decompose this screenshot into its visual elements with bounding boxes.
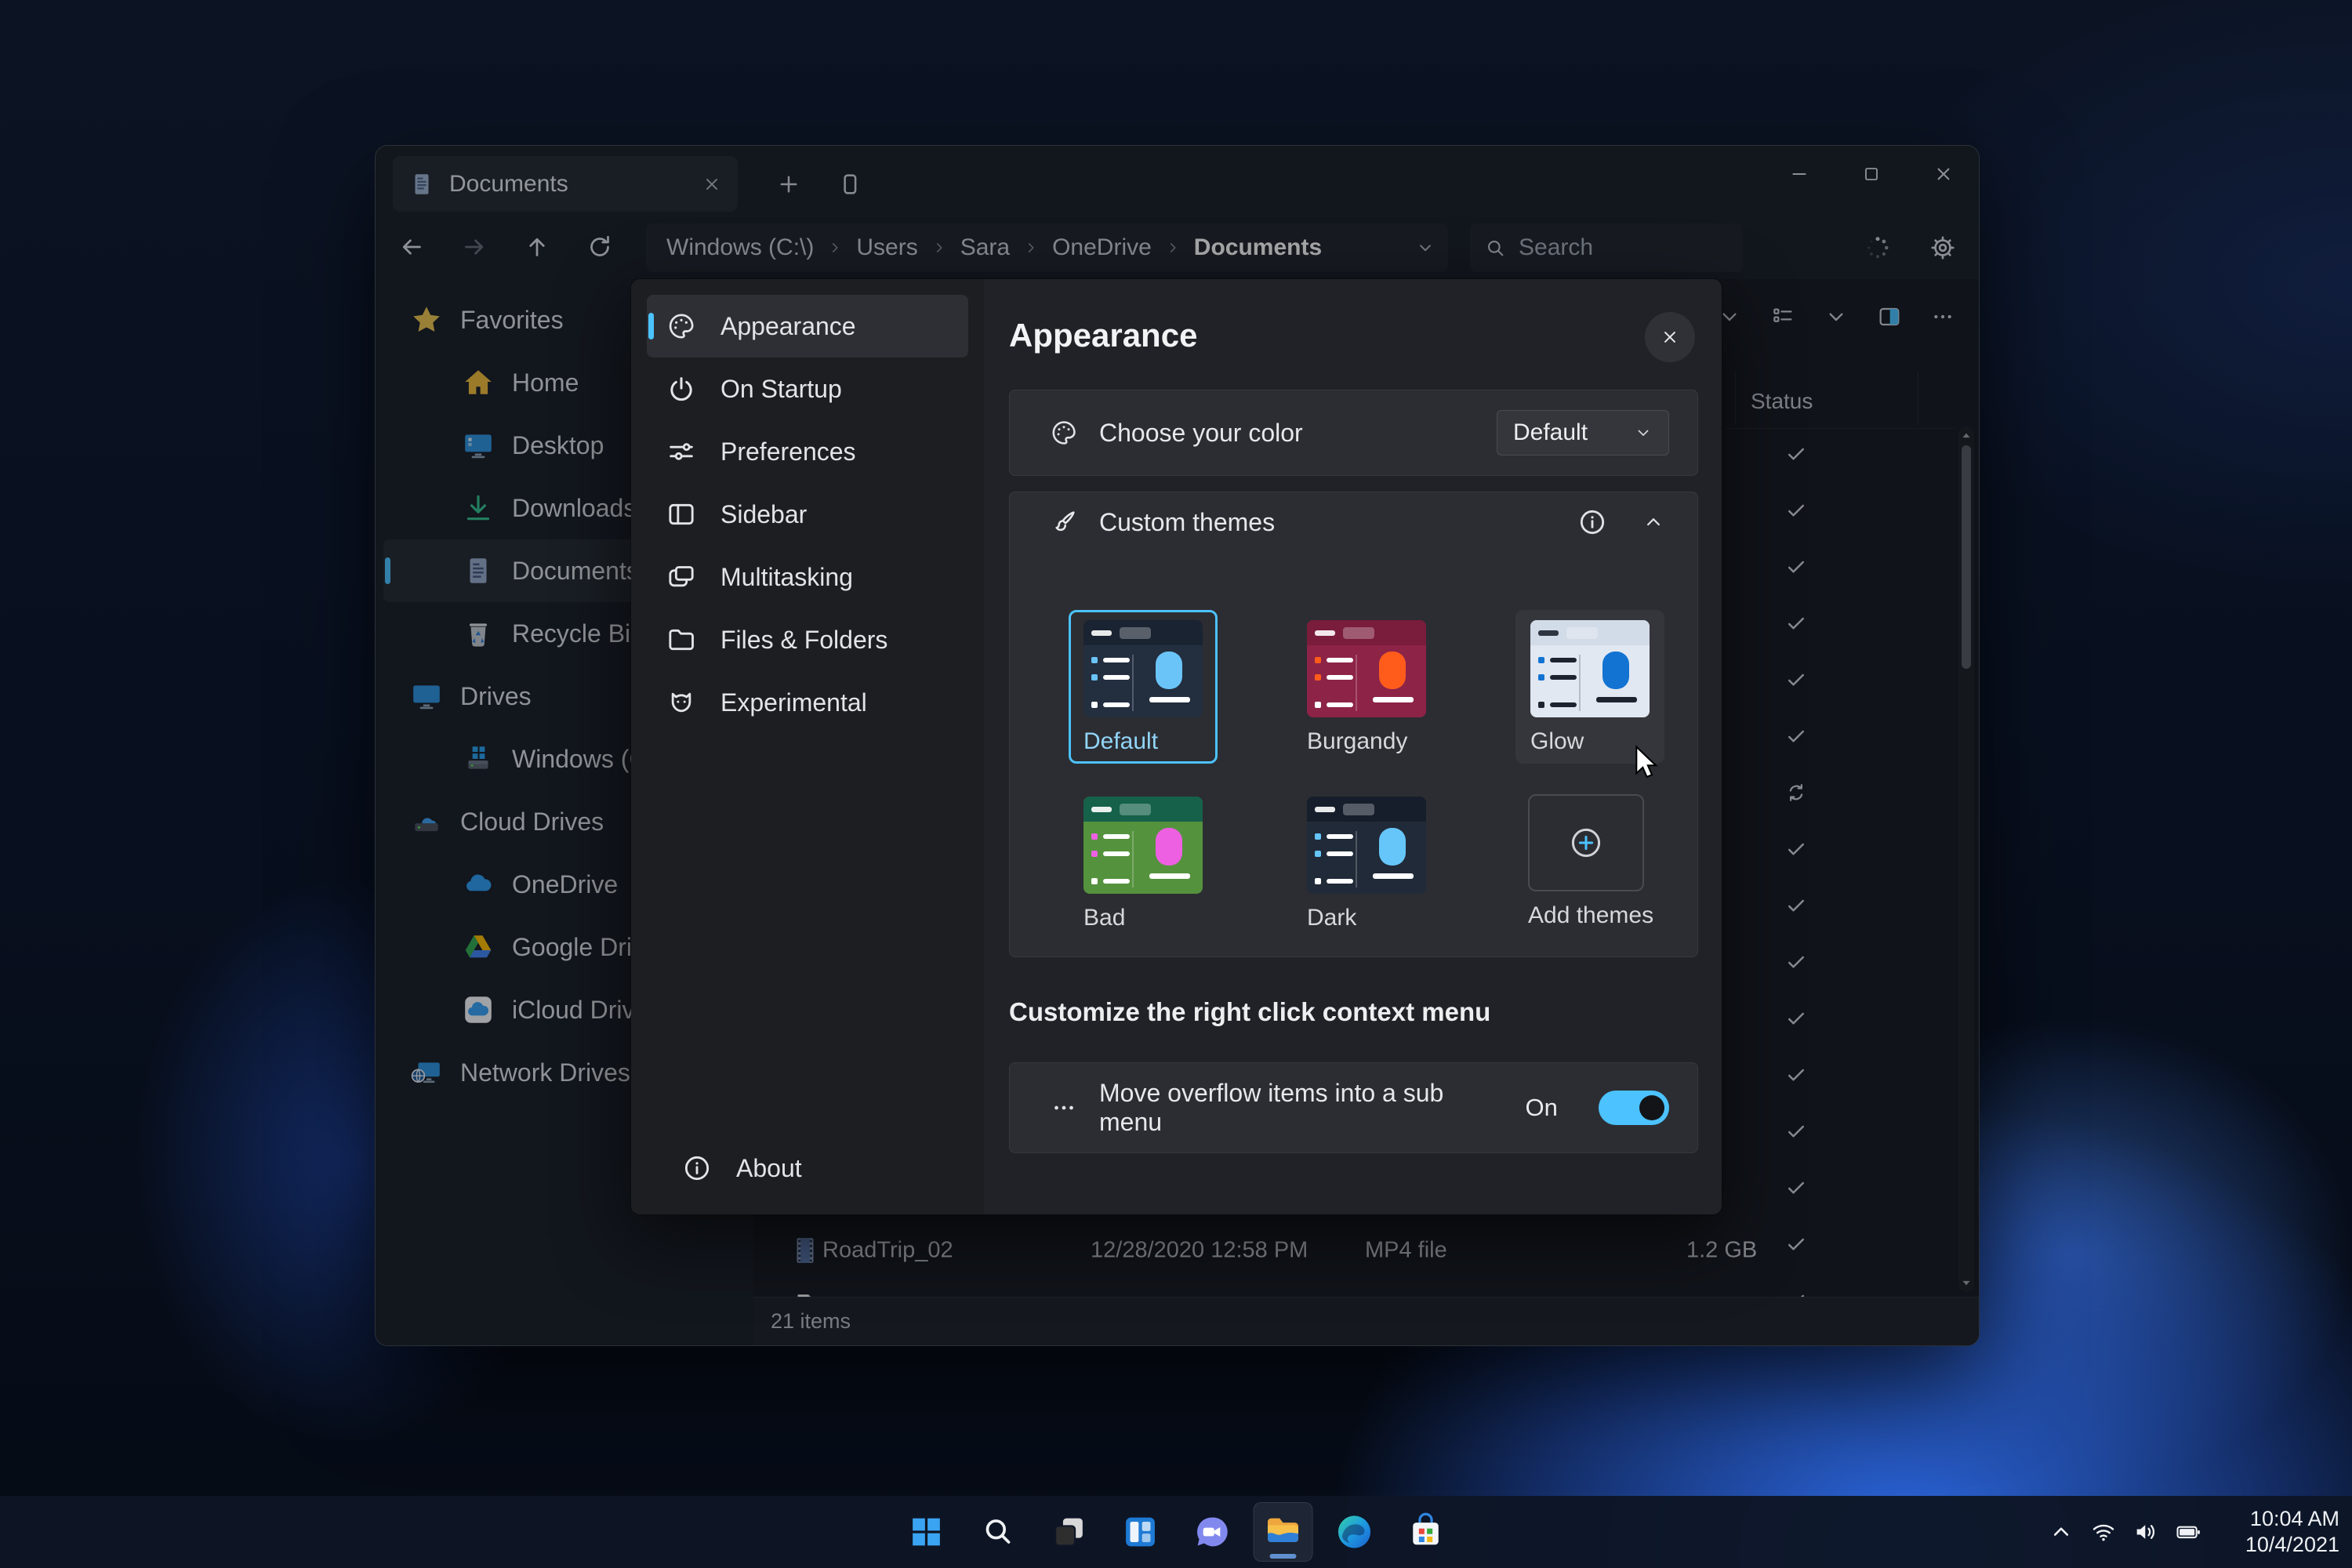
theme-card[interactable]: Bad <box>1069 786 1218 940</box>
volume-icon[interactable] <box>2128 1514 2164 1550</box>
about-label: About <box>736 1154 802 1183</box>
toggle-knob <box>1639 1095 1664 1120</box>
taskbar-app-icon <box>978 1512 1018 1552</box>
settings-nav-icon <box>666 624 697 655</box>
settings-nav-item[interactable]: Appearance <box>647 295 968 358</box>
settings-nav-icon <box>666 373 697 405</box>
clock-date: 10/4/2021 <box>2223 1532 2339 1558</box>
themes-info-button[interactable] <box>1572 502 1613 543</box>
settings-nav-item[interactable]: Multitasking <box>647 546 968 608</box>
taskbar-app-button[interactable] <box>1111 1502 1171 1562</box>
settings-nav-item[interactable]: Files & Folders <box>647 608 968 671</box>
clock-time: 10:04 AM <box>2223 1506 2339 1532</box>
taskbar-app-button[interactable] <box>1396 1502 1456 1562</box>
settings-nav-item[interactable]: Sidebar <box>647 483 968 546</box>
taskbar-app-button[interactable] <box>1040 1502 1099 1562</box>
settings-nav-item[interactable]: On Startup <box>647 358 968 420</box>
taskbar-app-button[interactable] <box>968 1502 1028 1562</box>
settings-dialog: Appearance On Startup Preferences Sideba… <box>630 278 1722 1215</box>
close-icon <box>1660 327 1680 347</box>
theme-name: Glow <box>1530 728 1584 755</box>
settings-nav-item[interactable]: Preferences <box>647 420 968 483</box>
taskbar-app-icon <box>1406 1512 1446 1552</box>
context-menu-heading: Customize the right click context menu <box>1009 997 1490 1027</box>
add-themes-box[interactable] <box>1528 794 1644 891</box>
theme-card[interactable]: Glow <box>1515 610 1664 764</box>
page-title: Appearance <box>1009 317 1197 354</box>
custom-themes-card: Custom themes <box>1009 492 1698 957</box>
settings-nav-label: On Startup <box>720 375 842 404</box>
mouse-cursor <box>1629 745 1662 786</box>
theme-preview <box>1530 620 1650 717</box>
choose-color-card: Choose your color Default <box>1009 390 1698 476</box>
settings-nav: Appearance On Startup Preferences Sideba… <box>631 279 984 1214</box>
taskbar-app-icon <box>1192 1512 1232 1552</box>
taskbar-app-icon <box>1334 1512 1375 1552</box>
palette-icon <box>1049 418 1079 448</box>
choose-color-label: Choose your color <box>1099 419 1303 448</box>
theme-preview <box>1307 797 1426 894</box>
wifi-icon[interactable] <box>2085 1514 2122 1550</box>
settings-nav-icon <box>666 687 697 718</box>
files-app-window: Documents Windows (C:\) <box>375 145 1980 1346</box>
brush-icon <box>1049 507 1079 537</box>
system-tray: 10:04 AM 10/4/2021 <box>2043 1496 2339 1568</box>
add-themes-tile[interactable]: Add themes <box>1515 786 1664 940</box>
settings-nav-label: Files & Folders <box>720 626 887 655</box>
selection-pill <box>648 313 654 339</box>
theme-grid: Default <box>1069 610 1664 940</box>
settings-content: Appearance Choose your color Default <box>984 279 1722 1214</box>
taskbar-app-button[interactable] <box>897 1502 956 1562</box>
theme-preview <box>1307 620 1426 717</box>
settings-nav-label: Preferences <box>720 437 856 466</box>
custom-themes-label: Custom themes <box>1099 508 1275 537</box>
color-dropdown-value: Default <box>1513 419 1588 446</box>
settings-nav-label: Sidebar <box>720 500 807 529</box>
hidden-icons-button[interactable] <box>2043 1514 2079 1550</box>
taskbar: 10:04 AM 10/4/2021 <box>0 1496 2352 1568</box>
settings-nav-icon <box>666 561 697 593</box>
collapse-section-icon[interactable] <box>1633 502 1674 543</box>
theme-card[interactable]: Dark <box>1292 786 1441 940</box>
theme-name: Default <box>1083 728 1158 755</box>
plus-circle-icon <box>1567 824 1605 862</box>
battery-icon[interactable] <box>2170 1514 2206 1550</box>
taskbar-app-button[interactable] <box>1254 1502 1313 1562</box>
settings-nav-label: Appearance <box>720 312 856 341</box>
settings-nav-icon <box>666 310 697 342</box>
settings-nav-icon <box>666 436 697 467</box>
theme-card[interactable]: Default <box>1069 610 1218 764</box>
settings-nav-label: Multitasking <box>720 563 853 592</box>
taskbar-app-icon <box>906 1512 947 1552</box>
theme-name: Burgandy <box>1307 728 1407 755</box>
color-dropdown[interactable]: Default <box>1497 410 1669 456</box>
active-app-indicator <box>1270 1554 1297 1559</box>
info-icon <box>681 1152 713 1184</box>
theme-preview <box>1083 797 1203 894</box>
taskbar-app-button[interactable] <box>1182 1502 1242 1562</box>
taskbar-app-icon <box>1263 1512 1304 1552</box>
taskbar-apps <box>897 1496 1456 1568</box>
settings-nav-about[interactable]: About <box>647 1137 967 1200</box>
add-themes-label: Add themes <box>1528 902 1653 929</box>
theme-name: Dark <box>1307 905 1356 931</box>
settings-nav-label: Experimental <box>720 688 867 717</box>
overflow-toggle[interactable] <box>1599 1091 1669 1125</box>
dialog-close-button[interactable] <box>1645 312 1695 362</box>
theme-card[interactable]: Burgandy <box>1292 610 1441 764</box>
theme-preview <box>1083 620 1203 717</box>
taskbar-app-icon <box>1120 1512 1161 1552</box>
overflow-setting-card: Move overflow items into a sub menu On <box>1009 1062 1698 1153</box>
taskbar-app-icon <box>1049 1512 1090 1552</box>
taskbar-app-button[interactable] <box>1325 1502 1385 1562</box>
desktop-wallpaper: Documents Windows (C:\) <box>0 0 2352 1568</box>
theme-name: Bad <box>1083 905 1125 931</box>
toggle-state-label: On <box>1526 1094 1558 1122</box>
settings-nav-icon <box>666 499 697 530</box>
ellipsis-icon <box>1049 1093 1079 1123</box>
overflow-setting-label: Move overflow items into a sub menu <box>1099 1079 1505 1137</box>
taskbar-clock[interactable]: 10:04 AM 10/4/2021 <box>2223 1506 2339 1558</box>
chevron-down-icon <box>1634 423 1653 442</box>
settings-nav-item[interactable]: Experimental <box>647 671 968 734</box>
